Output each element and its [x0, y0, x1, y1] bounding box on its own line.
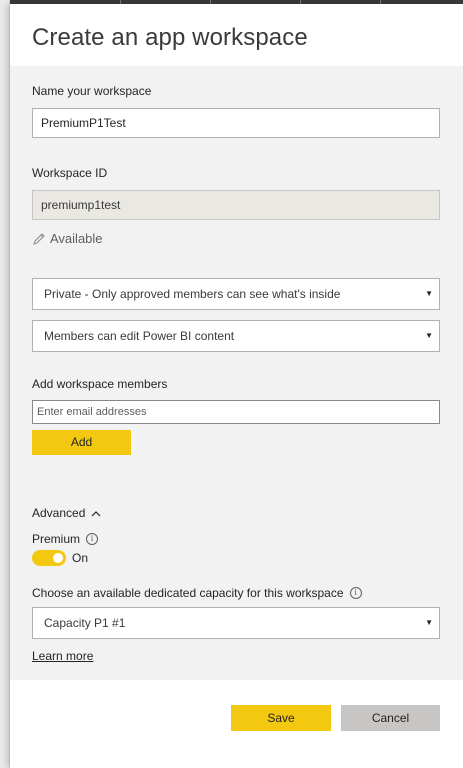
workspace-name-label: Name your workspace	[32, 84, 152, 98]
workspace-id-field: premiump1test	[32, 190, 440, 220]
availability-status: Available	[32, 231, 103, 246]
chevron-up-icon	[91, 510, 101, 516]
pencil-icon	[33, 232, 45, 245]
privacy-dropdown[interactable]: Private - Only approved members can see …	[32, 278, 440, 310]
add-members-label: Add workspace members	[32, 377, 168, 391]
background-sidebar-strip	[0, 0, 10, 768]
create-workspace-dialog: Create an app workspace Name your worksp…	[10, 4, 463, 768]
workspace-name-input[interactable]: PremiumP1Test	[32, 108, 440, 138]
cancel-button[interactable]: Cancel	[341, 705, 440, 731]
add-member-button[interactable]: Add	[32, 430, 131, 455]
premium-toggle[interactable]	[32, 550, 66, 566]
permission-dropdown-value: Members can edit Power BI content	[44, 329, 235, 343]
workspace-id-label: Workspace ID	[32, 166, 108, 180]
capacity-dropdown-value: Capacity P1 #1	[44, 616, 126, 630]
advanced-toggle[interactable]: Advanced	[32, 506, 101, 520]
caret-down-icon: ▼	[425, 289, 433, 298]
availability-text: Available	[50, 231, 103, 246]
learn-more-link[interactable]: Learn more	[32, 649, 93, 663]
info-icon[interactable]: i	[349, 587, 362, 599]
info-icon[interactable]: i	[86, 533, 99, 545]
caret-down-icon: ▼	[425, 331, 433, 340]
form-panel: Name your workspace PremiumP1Test Worksp…	[10, 66, 463, 680]
permission-dropdown[interactable]: Members can edit Power BI content ▼	[32, 320, 440, 352]
capacity-label: Choose an available dedicated capacity f…	[32, 586, 344, 600]
privacy-dropdown-value: Private - Only approved members can see …	[44, 287, 341, 301]
email-input[interactable]: Enter email addresses	[32, 400, 440, 424]
save-button[interactable]: Save	[231, 705, 331, 731]
capacity-label-row: Choose an available dedicated capacity f…	[32, 586, 362, 600]
toggle-state-label: On	[72, 551, 89, 565]
premium-row: Premium i	[32, 532, 99, 546]
capacity-dropdown[interactable]: Capacity P1 #1 ▼	[32, 607, 440, 639]
toggle-knob	[53, 553, 63, 563]
premium-label: Premium	[32, 532, 81, 546]
dialog-title: Create an app workspace	[32, 24, 308, 51]
premium-toggle-row: On	[32, 550, 88, 566]
caret-down-icon: ▼	[425, 618, 433, 627]
advanced-label: Advanced	[32, 506, 86, 520]
